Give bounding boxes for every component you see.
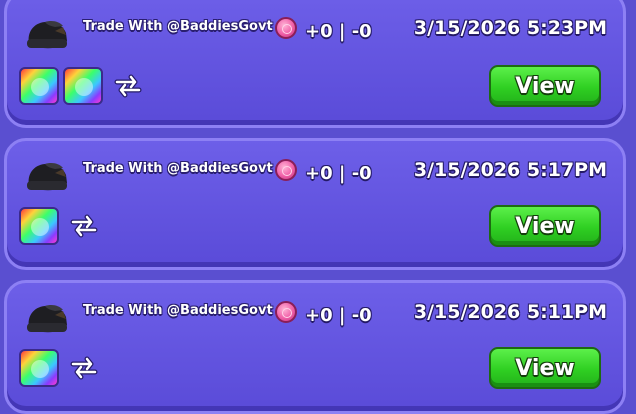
trade-items — [19, 349, 99, 387]
currency-delta: +0 | -0 — [305, 305, 372, 326]
trade-timestamp: 3/15/2026 5:23PM — [413, 17, 607, 39]
avatar-icon — [27, 21, 67, 49]
coin-icon — [275, 301, 297, 323]
trade-items — [19, 67, 143, 105]
trade-partner-label: Trade With @BaddiesGovt — [83, 303, 273, 318]
view-button[interactable]: View — [489, 65, 601, 107]
trade-card: Trade With @BaddiesGovt +0 | -0 3/15/202… — [4, 0, 626, 128]
trade-partner-label: Trade With @BaddiesGovt — [83, 161, 273, 176]
trade-items — [19, 207, 99, 245]
trade-card: Trade With @BaddiesGovt +0 | -0 3/15/202… — [4, 280, 626, 414]
coin-icon — [275, 17, 297, 39]
trade-card: Trade With @BaddiesGovt +0 | -0 3/15/202… — [4, 138, 626, 270]
trade-partner-label: Trade With @BaddiesGovt — [83, 19, 273, 34]
avatar-icon — [27, 305, 67, 333]
view-button[interactable]: View — [489, 347, 601, 389]
view-button[interactable]: View — [489, 205, 601, 247]
currency-delta: +0 | -0 — [305, 163, 372, 184]
currency-delta: +0 | -0 — [305, 21, 372, 42]
coin-icon — [275, 159, 297, 181]
rainbow-item-icon[interactable] — [19, 207, 59, 245]
swap-arrows-icon — [114, 74, 142, 98]
swap-arrows-icon — [70, 214, 98, 238]
trade-timestamp: 3/15/2026 5:17PM — [413, 159, 607, 181]
rainbow-item-icon[interactable] — [19, 67, 59, 105]
swap-arrows-icon — [70, 356, 98, 380]
trade-timestamp: 3/15/2026 5:11PM — [413, 301, 607, 323]
avatar-icon — [27, 163, 67, 191]
rainbow-item-icon[interactable] — [19, 349, 59, 387]
rainbow-item-icon[interactable] — [63, 67, 103, 105]
